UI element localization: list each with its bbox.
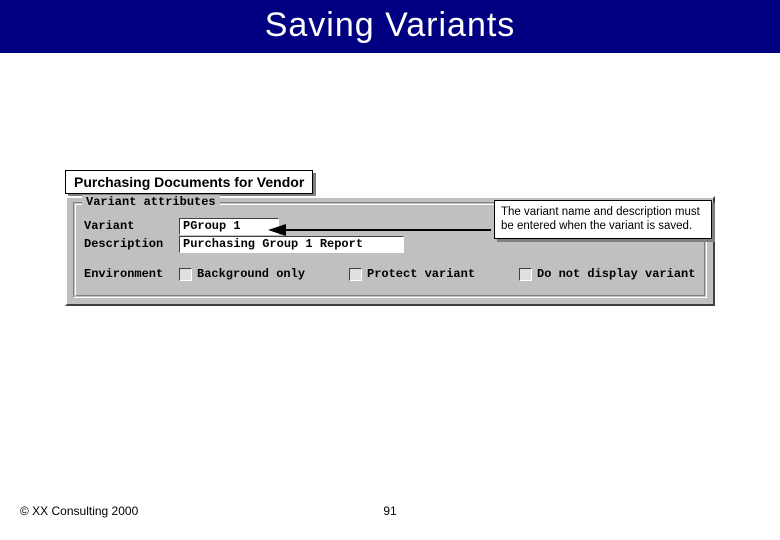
checkbox-background-only[interactable] bbox=[179, 268, 192, 281]
panel-heading: Purchasing Documents for Vendor bbox=[65, 170, 313, 194]
field-variant[interactable]: PGroup 1 bbox=[179, 218, 279, 235]
callout-box: The variant name and description must be… bbox=[494, 200, 712, 239]
groupbox-legend: Variant attributes bbox=[82, 195, 220, 209]
row-environment: Environment Background only Protect vari… bbox=[84, 265, 696, 283]
label-background-only: Background only bbox=[197, 267, 305, 281]
footer-page-number: 91 bbox=[0, 504, 780, 518]
label-variant: Variant bbox=[84, 219, 179, 233]
checkbox-protect-variant[interactable] bbox=[349, 268, 362, 281]
label-do-not-display: Do not display variant bbox=[537, 267, 695, 281]
label-description: Description bbox=[84, 237, 179, 251]
field-description[interactable]: Purchasing Group 1 Report bbox=[179, 236, 404, 253]
label-environment: Environment bbox=[84, 267, 179, 281]
label-protect-variant: Protect variant bbox=[367, 267, 475, 281]
checkbox-do-not-display[interactable] bbox=[519, 268, 532, 281]
slide-title: Saving Variants bbox=[0, 0, 780, 53]
